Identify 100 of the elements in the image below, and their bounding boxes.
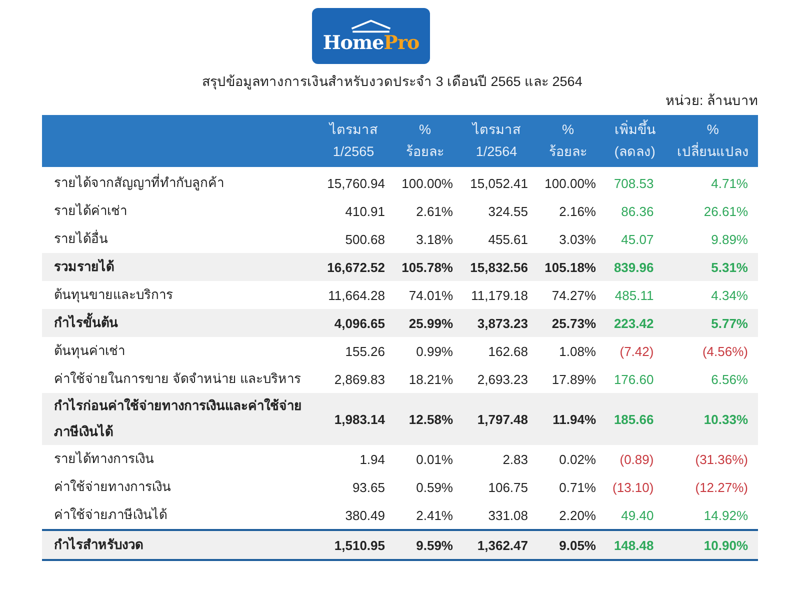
table-cell: 9.05% [559,538,596,552]
table-cell: 0.59% [416,480,453,494]
row-label: รายได้จากสัญญาที่ทำกับลูกค้า [54,172,224,192]
table-cell: 5.77% [711,316,748,330]
table-cell: 15,052.41 [470,176,528,190]
table-cell: 4.71% [711,176,748,190]
table-cell: 14.92% [704,508,748,522]
table-cell: 6.56% [711,372,748,386]
table-cell: 49.40 [621,508,654,522]
table-cell: 74.01% [408,288,453,302]
table-cell: 148.48 [614,538,654,552]
row-label: ค่าใช้จ่ายภาษีเงินได้ [54,506,167,524]
table-cell: 223.42 [614,316,654,330]
unit-label: หน่วย: ล้านบาท [665,92,758,110]
table-cell: (4.56%) [702,344,748,358]
table-cell: 2.61% [416,204,453,218]
table-cell: 45.07 [621,232,654,246]
table-cell: 17.89% [552,372,596,386]
table-cell: 25.73% [552,316,596,330]
row-label: รายได้ทางการเงิน [54,450,154,468]
column-header: 1/2564 [474,143,518,161]
table-cell: 839.96 [614,260,654,274]
column-header: (ลดลง) [613,143,656,161]
table-cell: 105.18% [544,260,596,274]
column-header: ไตรมาส [328,121,378,139]
table-cell: 410.91 [345,204,385,218]
table-cell: 1.94 [360,452,385,466]
row-label: ค่าใช้จ่ายทางการเงิน [54,478,171,496]
table-cell: 176.60 [614,372,654,386]
table-cell: (12.27%) [695,480,748,494]
table-cell: 9.59% [416,538,453,552]
row-label: กำไรสำหรับงวด [54,536,143,554]
table-cell: 324.55 [488,204,528,218]
table-cell: 105.78% [402,260,453,274]
table-cell: 1,797.48 [477,412,528,426]
column-header: เปลี่ยนแปลง [676,141,750,161]
table-cell: 9.89% [711,232,748,246]
table-cell: 155.26 [345,344,385,358]
row-label: กำไรขั้นต้น [54,310,118,336]
table-cell: 2.83 [502,452,528,466]
row-label: รายได้ค่าเช่า [54,202,127,220]
table-cell: 455.61 [488,232,528,246]
table-cell: 4.34% [711,288,748,302]
table-cell: 0.01% [416,452,453,466]
column-header: 1/2565 [332,143,376,161]
table-cell: 5.31% [711,260,748,274]
row-label: ต้นทุนค่าเช่า [54,342,125,360]
table-cell: 3.18% [416,232,453,246]
table-cell: 3.03% [559,232,596,246]
table-cell: 100.00% [544,176,596,190]
table-cell: 16,672.52 [327,260,385,274]
table-cell: 2,693.23 [477,372,528,386]
logo-wordmark: HomePro [322,34,420,53]
table-cell: (13.10) [612,480,654,494]
row-label: รวมรายได้ [54,258,114,276]
table-cell: 18.21% [408,372,453,386]
table-cell: 10.33% [704,412,748,426]
table-cell: 25.99% [408,316,453,330]
table-cell: 2,869.83 [334,372,385,386]
table-cell: 4,096.65 [334,316,385,330]
table-cell: 1.08% [559,344,596,358]
table-cell: 3,873.23 [477,316,528,330]
table-cell: 1,983.14 [334,412,385,426]
table-cell: 2.41% [416,508,453,522]
table-cell: 15,832.56 [470,260,528,274]
table-cell: 11,664.28 [328,288,385,302]
table-cell: 11,179.18 [471,288,528,302]
table-cell: 10.90% [704,538,748,552]
table-cell: 11.94% [552,412,596,426]
column-header: % [560,121,575,139]
table-cell: 0.99% [416,344,453,358]
table-cell: 100.00% [402,176,453,190]
column-header: ไตรมาส [470,121,522,139]
table-cell: 331.08 [488,508,528,522]
column-header: เพิ่มขึ้น [608,119,662,141]
table-cell: 1,510.95 [334,538,385,552]
table-cell: 26.61% [704,204,748,218]
roof-icon [349,19,393,33]
table-cell: 500.68 [345,232,385,246]
table-cell: 2.16% [559,204,596,218]
table-cell: 485.11 [614,288,654,302]
column-header: ร้อยละ [405,143,445,161]
table-cell: 74.27% [552,288,596,302]
table-cell: 1,362.47 [477,538,528,552]
table-cell: 708.53 [614,176,654,190]
table-cell: 106.75 [488,480,528,494]
table-cell: 93.65 [352,480,385,494]
table-cell: 0.02% [559,452,596,466]
table-cell: 15,760.94 [327,176,385,190]
table-cell: 380.49 [345,508,385,522]
table-cell: 12.58% [408,412,453,426]
column-header: % [418,121,432,139]
table-cell: (31.36%) [695,452,748,466]
report-title: สรุปข้อมูลทางการเงินสำหรับงวดประจำ 3 เดือนปี 2565 และ 2564 [202,73,584,92]
table-cell: (0.89) [620,452,654,466]
column-header: % [706,121,720,139]
row-label: ต้นทุนขายและบริการ [54,286,173,304]
table-cell: 162.68 [488,344,528,358]
row-label: รายได้อื่น [54,228,108,248]
row-label: กำไรก่อนค่าใช้จ่ายทางการเงินและค่าใช้จ่ายภาษีเงินได้ [54,396,303,441]
